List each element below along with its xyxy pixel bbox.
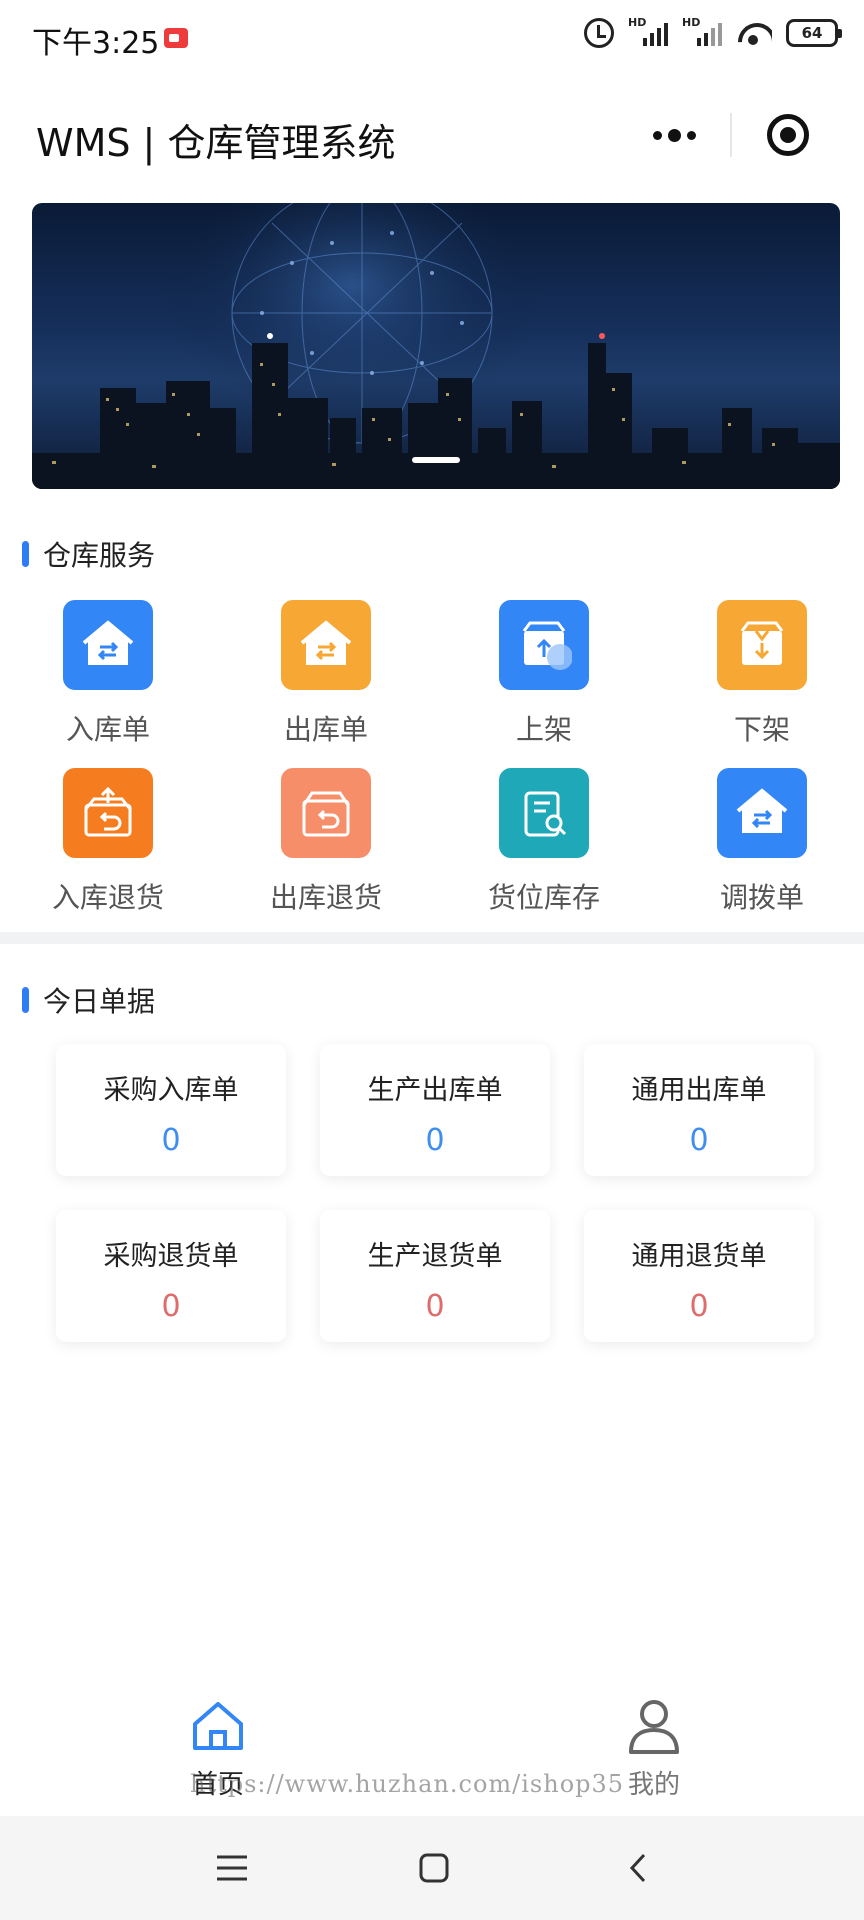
square-home-icon [419,1853,449,1883]
section-title: 今日单据 [43,985,156,1018]
signal-icon: HD [628,16,668,48]
service-label: 上架 [515,713,572,746]
alarm-icon [584,18,614,48]
doc-card-title: 生产出库单 [367,1075,503,1106]
doc-card-general-return[interactable]: 通用退货单 0 [584,1210,814,1342]
service-shelve[interactable]: 上架 [436,600,652,748]
wifi-icon [736,19,772,47]
more-dot-icon [667,128,681,142]
banner-carousel[interactable] [32,203,840,489]
box-return-icon [281,768,371,858]
menu-button[interactable] [202,1846,262,1890]
service-label: 调拨单 [719,881,804,914]
doc-card-title: 采购退货单 [103,1241,239,1272]
service-inbound-order[interactable]: 入库单 [0,600,216,748]
more-button[interactable] [618,100,730,170]
house-transfer-icon [717,768,807,858]
house-transfer-icon [63,600,153,690]
section-divider [0,932,864,944]
close-button[interactable] [732,114,844,156]
home-icon [193,1702,243,1750]
doc-card-title: 通用退货单 [631,1241,767,1272]
box-up-icon [499,600,589,690]
more-dot-icon [686,130,696,140]
signal-icon-2: HD [682,16,722,48]
box-return-icon [63,768,153,858]
section-header-services: 仓库服务 [22,534,155,574]
doc-card-count: 0 [161,1289,181,1324]
doc-card-production-return[interactable]: 生产退货单 0 [320,1210,550,1342]
tab-mine-label: 我的 [627,1770,680,1800]
service-outbound-return[interactable]: 出库退货 [218,768,434,916]
nav-bar: WMS | 仓库管理系统 [0,90,864,180]
status-icons: HD HD 64 [584,16,842,48]
section-accent-bar [22,987,29,1013]
doc-card-count: 0 [425,1123,445,1158]
city-skyline-image [32,203,840,489]
doc-card-count: 0 [161,1123,181,1158]
section-header-today: 今日单据 [22,980,155,1020]
watermark-text: https://www.huzhan.com/ishop35 [190,1770,625,1798]
doc-card-title: 通用出库单 [631,1075,767,1106]
user-icon [629,1700,679,1754]
service-label: 出库单 [283,713,368,746]
battery-icon: 64 [786,19,842,47]
section-title: 仓库服务 [43,539,156,572]
system-nav-bar [0,1816,864,1920]
doc-card-count: 0 [689,1289,709,1324]
tab-bar: 首页 我的 https://www.huzhan.com/ishop35 [0,1686,864,1816]
section-accent-bar [22,541,29,567]
screen-record-icon [164,28,188,48]
battery-level: 64 [801,24,823,42]
service-label: 入库退货 [51,881,164,914]
doc-card-count: 0 [689,1123,709,1158]
page-title: WMS | 仓库管理系统 [36,121,396,165]
doc-card-title: 生产退货单 [367,1241,503,1272]
service-outbound-order[interactable]: 出库单 [218,600,434,748]
doc-card-production-outbound[interactable]: 生产出库单 0 [320,1044,550,1176]
mini-program-capsule [618,100,844,170]
back-chevron-icon [629,1853,646,1883]
home-nav-button[interactable] [404,1846,464,1890]
status-time: 下午3:25 [32,26,160,61]
service-inbound-return[interactable]: 入库退货 [0,768,216,916]
service-unshelve[interactable]: 下架 [654,600,864,748]
service-label: 出库退货 [269,881,382,914]
house-transfer-icon [281,600,371,690]
clipboard-search-icon [499,768,589,858]
service-label: 入库单 [65,713,150,746]
doc-card-purchase-inbound[interactable]: 采购入库单 0 [56,1044,286,1176]
more-dot-icon [652,130,662,140]
doc-card-title: 采购入库单 [103,1075,239,1106]
doc-card-general-outbound[interactable]: 通用出库单 0 [584,1044,814,1176]
service-label: 货位库存 [487,881,600,914]
service-label: 下架 [733,713,790,746]
service-location-stock[interactable]: 货位库存 [436,768,652,916]
box-down-icon [717,600,807,690]
carousel-indicator [412,457,460,463]
menu-icon [217,1855,247,1881]
target-close-icon [767,114,809,156]
back-button[interactable] [608,1846,668,1890]
doc-card-purchase-return[interactable]: 采购退货单 0 [56,1210,286,1342]
service-transfer-order[interactable]: 调拨单 [654,768,864,916]
doc-card-count: 0 [425,1289,445,1324]
status-bar: 下午3:25 HD HD 64 [0,0,864,80]
